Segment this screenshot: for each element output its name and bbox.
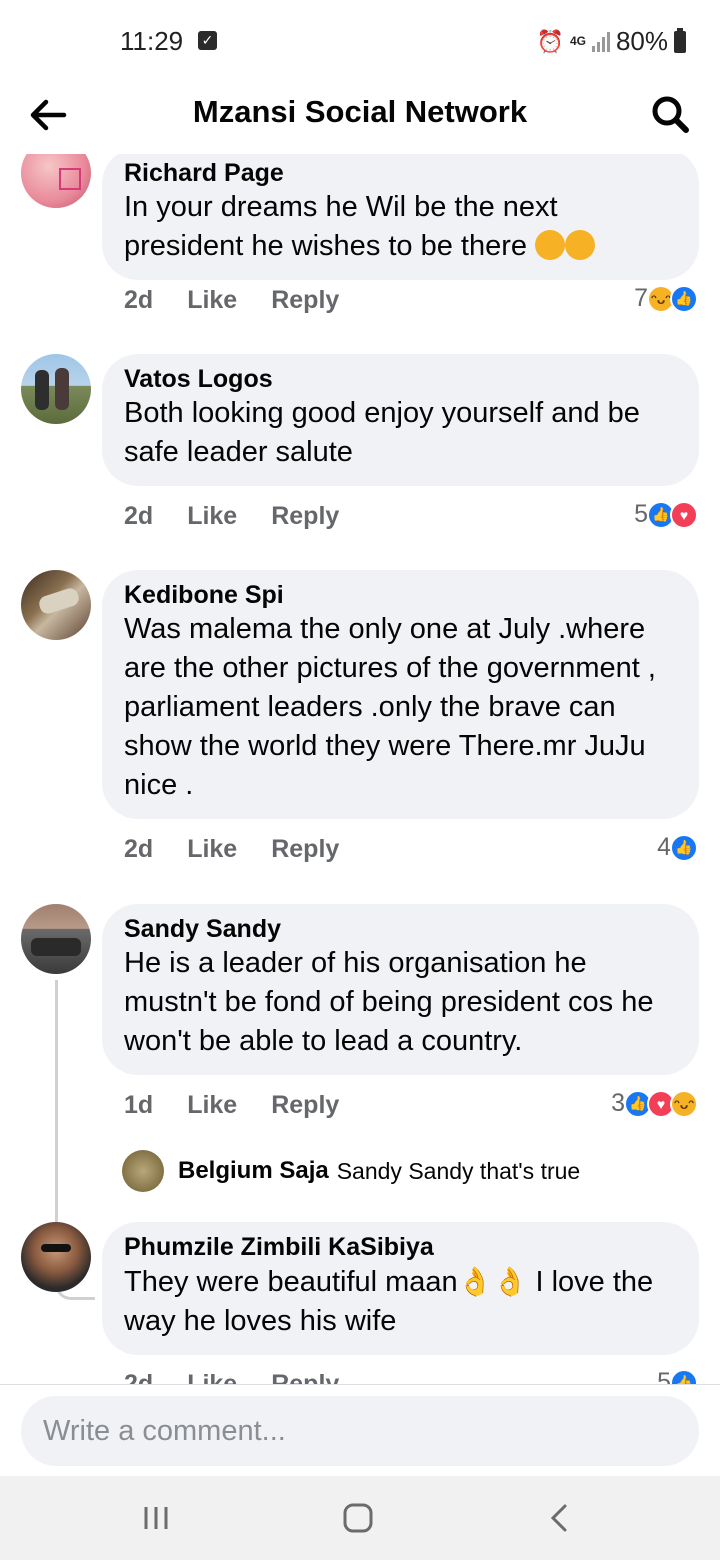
like-button[interactable]: Like — [187, 1091, 237, 1120]
reply-button[interactable]: Reply — [271, 286, 339, 315]
system-back-button[interactable] — [530, 1496, 590, 1540]
avatar[interactable] — [122, 1150, 164, 1192]
home-button[interactable] — [328, 1496, 388, 1540]
like-button[interactable]: Like — [187, 286, 237, 315]
reaction-summary[interactable]: 3 👍 ♥ ᵔᴗᵔ — [611, 1089, 698, 1118]
comment-text: In your dreams he Wil be the next presid… — [124, 188, 677, 266]
comment-time: 1d — [124, 1091, 154, 1119]
comment-text: Both looking good enjoy yourself and be … — [124, 397, 640, 468]
battery-icon — [674, 27, 686, 53]
avatar[interactable] — [21, 354, 91, 424]
laughing-emoji — [565, 230, 596, 260]
like-button[interactable]: Like — [187, 502, 237, 531]
comment-author[interactable]: Kedibone Spi — [124, 580, 677, 610]
avatar[interactable] — [21, 570, 91, 640]
haha-reaction-icon: ᵔᴗᵔ — [670, 1089, 698, 1118]
comment-text: They were beautiful maan👌👌 I love the wa… — [124, 1262, 677, 1341]
comment-time: 2d — [124, 286, 154, 314]
avatar[interactable] — [21, 1222, 91, 1292]
comment-bubble[interactable]: Sandy Sandy He is a leader of his organi… — [102, 904, 699, 1075]
back-chevron-icon — [550, 1504, 567, 1532]
avatar[interactable] — [21, 904, 91, 974]
comment-author[interactable]: Richard Page — [124, 158, 677, 188]
recent-apps-button[interactable] — [126, 1496, 186, 1540]
reaction-count: 4 — [657, 833, 671, 861]
reaction-summary[interactable]: 7 ᵔᴗᵔ 👍 — [634, 284, 698, 313]
status-time: 11:29 — [120, 26, 184, 56]
status-bar: 11:29 ✓ ⏰ 4G 80% — [0, 0, 720, 80]
comment-actions: 2d Like Reply — [124, 502, 339, 531]
reaction-count: 7 — [634, 284, 648, 312]
page-title: Mzansi Social Network — [192, 94, 528, 129]
comment-composer — [0, 1384, 720, 1476]
like-reaction-icon: 👍 — [670, 833, 698, 862]
comment-actions: 2d Like Reply — [124, 286, 339, 315]
rolling-laughing-emoji — [535, 230, 566, 260]
reply-button[interactable]: Reply — [271, 1091, 339, 1120]
home-icon — [343, 1503, 373, 1533]
reply-author[interactable]: Belgium Saja — [178, 1157, 329, 1185]
notification-check-icon: ✓ — [198, 31, 217, 50]
reply-button[interactable]: Reply — [271, 502, 339, 531]
like-button[interactable]: Like — [187, 1370, 237, 1384]
ok-hand-emoji: 👌 — [492, 1266, 528, 1297]
reply-preview[interactable]: Belgium Saja Sandy Sandy that's true — [122, 1150, 580, 1192]
comment-author[interactable]: Phumzile Zimbili KaSibiya — [124, 1232, 677, 1262]
reaction-count: 3 — [611, 1089, 625, 1117]
love-reaction-icon: ♥ — [670, 500, 698, 529]
signal-icon — [591, 31, 610, 52]
comment-time: 2d — [124, 1370, 154, 1384]
comment-text: He is a leader of his organisation he mu… — [124, 947, 654, 1057]
comment-actions: 2d Like Reply — [124, 1370, 339, 1384]
reaction-summary[interactable]: 4 👍 — [657, 833, 698, 862]
reaction-count: 5 — [634, 500, 648, 528]
reaction-summary[interactable]: 5 👍 — [657, 1368, 698, 1384]
comment-bubble[interactable]: Vatos Logos Both looking good enjoy your… — [102, 354, 699, 486]
like-reaction-icon: 👍 — [670, 1368, 698, 1384]
reply-button[interactable]: Reply — [271, 1370, 339, 1384]
network-4g-icon: 4G — [569, 34, 586, 48]
comment-time: 2d — [124, 502, 154, 530]
reaction-summary[interactable]: 5 👍 ♥ — [634, 500, 698, 529]
recent-apps-icon — [144, 1507, 168, 1529]
comment-actions: 2d Like Reply — [124, 835, 339, 864]
write-comment-input[interactable] — [21, 1396, 699, 1466]
comment-bubble[interactable]: Phumzile Zimbili KaSibiya They were beau… — [102, 1222, 699, 1355]
alarm-icon: ⏰ — [536, 28, 564, 54]
like-button[interactable]: Like — [187, 835, 237, 864]
comments-feed[interactable]: Richard Page In your dreams he Wil be th… — [0, 154, 720, 1384]
system-nav-bar — [0, 1476, 720, 1560]
comment-author[interactable]: Sandy Sandy — [124, 914, 677, 944]
battery-percent: 80% — [615, 26, 668, 56]
app-header: Mzansi Social Network — [0, 80, 720, 154]
ok-hand-emoji: 👌 — [457, 1266, 493, 1297]
comment-author[interactable]: Vatos Logos — [124, 364, 677, 394]
comment-bubble[interactable]: Richard Page In your dreams he Wil be th… — [102, 154, 699, 280]
search-icon — [652, 96, 689, 133]
like-reaction-icon: 👍 — [670, 284, 698, 313]
comment-actions: 1d Like Reply — [124, 1091, 339, 1120]
avatar[interactable] — [21, 154, 91, 208]
reply-button[interactable]: Reply — [271, 835, 339, 864]
search-button[interactable] — [646, 90, 696, 140]
reaction-count: 5 — [657, 1368, 671, 1384]
comment-text: Was malema the only one at July .where a… — [124, 613, 656, 801]
status-icons: ⏰ 4G 80% — [537, 26, 686, 57]
comment-time: 2d — [124, 835, 154, 863]
reply-text: Sandy Sandy that's true — [336, 1157, 581, 1184]
comment-bubble[interactable]: Kedibone Spi Was malema the only one at … — [102, 570, 699, 819]
